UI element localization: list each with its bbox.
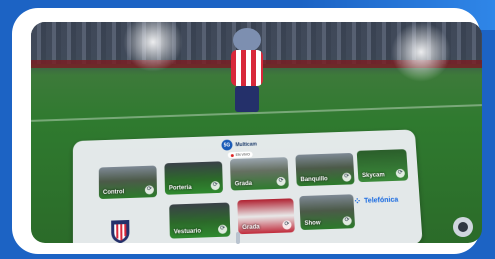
camera-tile-porteria[interactable]: Portería ⟳: [164, 161, 224, 195]
camera-tile-grada-2[interactable]: Grada ⟳: [237, 198, 295, 235]
camera-tile-banquillo[interactable]: Banquillo ⟳: [295, 152, 355, 187]
camera-360-icon: ⟳: [342, 172, 352, 182]
live-dot-icon: [230, 153, 234, 157]
mascot: [227, 28, 267, 114]
camera-tile-label: Show: [304, 220, 321, 227]
panel-header: 5G Multicam: [221, 139, 257, 151]
camera-tile-label: Vestuario: [173, 228, 202, 236]
camera-tile-skycam[interactable]: Skycam ⟳: [356, 149, 409, 183]
camera-tile-label: Grada: [234, 180, 253, 188]
camera-360-icon: ⟳: [144, 185, 154, 195]
camera-tile-label: Portería: [168, 184, 192, 192]
camera-360-icon: ⟳: [282, 220, 292, 230]
vr-controller-icon: [453, 217, 473, 237]
mascot-head: [233, 28, 261, 52]
multicam-logo-icon: 5G: [221, 139, 233, 151]
atletico-crest-icon: [111, 219, 130, 243]
live-label: EN VIVO: [235, 152, 250, 157]
camera-tile-vestuario[interactable]: Vestuario ⟳: [169, 202, 231, 239]
vr-stadium-view: 5G Multicam EN VIVO Control ⟳ Portería ⟳…: [31, 22, 482, 243]
camera-tile-label: Banquillo: [300, 176, 328, 184]
camera-tile-label: Control: [102, 189, 125, 196]
panel-title: Multicam: [235, 141, 257, 148]
live-badge: EN VIVO: [227, 151, 253, 159]
mascot-body: [231, 50, 263, 86]
stadium-light: [391, 22, 451, 82]
mascot-legs: [235, 86, 259, 112]
camera-360-icon: ⟳: [210, 181, 220, 191]
camera-360-icon: ⟳: [395, 168, 406, 178]
camera-360-icon: ⟳: [342, 216, 352, 226]
telefonica-dots-icon: ⁘: [353, 195, 362, 207]
panel-stand: [236, 232, 240, 244]
camera-tile-control[interactable]: Control ⟳: [98, 165, 158, 200]
camera-360-icon: ⟳: [276, 176, 286, 186]
camera-360-icon: ⟳: [217, 224, 228, 234]
telefonica-logo: ⁘ Telefónica: [353, 195, 398, 207]
multicam-panel: 5G Multicam EN VIVO Control ⟳ Portería ⟳…: [72, 129, 423, 243]
camera-tile-label: Skycam: [361, 172, 385, 180]
camera-tile-grada[interactable]: Grada ⟳: [229, 157, 289, 191]
camera-tile-show[interactable]: Show ⟳: [299, 194, 356, 231]
sponsor-name: Telefónica: [363, 196, 399, 205]
camera-tile-label: Grada: [242, 224, 260, 232]
